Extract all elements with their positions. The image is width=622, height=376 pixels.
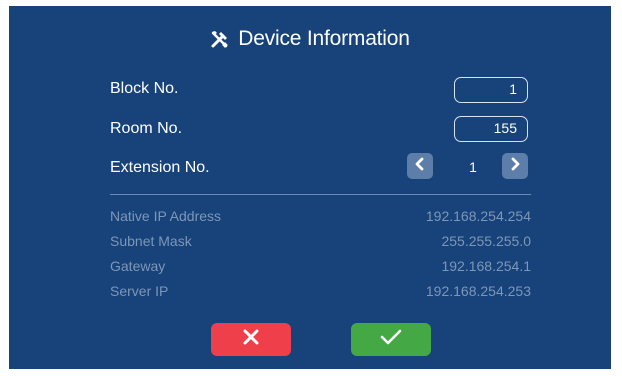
extension-no-label: Extension No. [110,159,210,176]
extension-prev-button[interactable] [407,153,433,179]
device-info-screen: Device Information Block No. 1 Room No. … [9,6,611,369]
confirm-button[interactable] [351,323,431,356]
room-no-field[interactable]: 155 [454,116,528,142]
extension-next-button[interactable] [502,153,528,179]
room-no-label: Room No. [110,120,183,137]
chevron-right-icon [509,157,521,176]
page-title: Device Information [9,27,611,51]
close-icon [242,328,260,351]
block-no-label: Block No. [110,80,179,97]
native-ip-label: Native IP Address [110,208,222,224]
subnet-mask-label: Subnet Mask [110,233,192,249]
gateway-label: Gateway [110,258,166,274]
block-no-field[interactable]: 1 [454,77,528,103]
subnet-mask-value: 255.255.255.0 [441,233,531,249]
cancel-button[interactable] [211,323,291,356]
extension-no-value: 1 [469,159,477,175]
gateway-value: 192.168.254.1 [441,258,531,274]
server-ip-value: 192.168.254.253 [425,283,531,299]
server-ip-label: Server IP [110,283,169,299]
title-text: Device Information [238,27,410,50]
tools-icon [210,29,230,49]
check-icon [380,328,402,351]
native-ip-value: 192.168.254.254 [425,208,531,224]
chevron-left-icon [414,157,426,176]
divider [110,194,531,195]
